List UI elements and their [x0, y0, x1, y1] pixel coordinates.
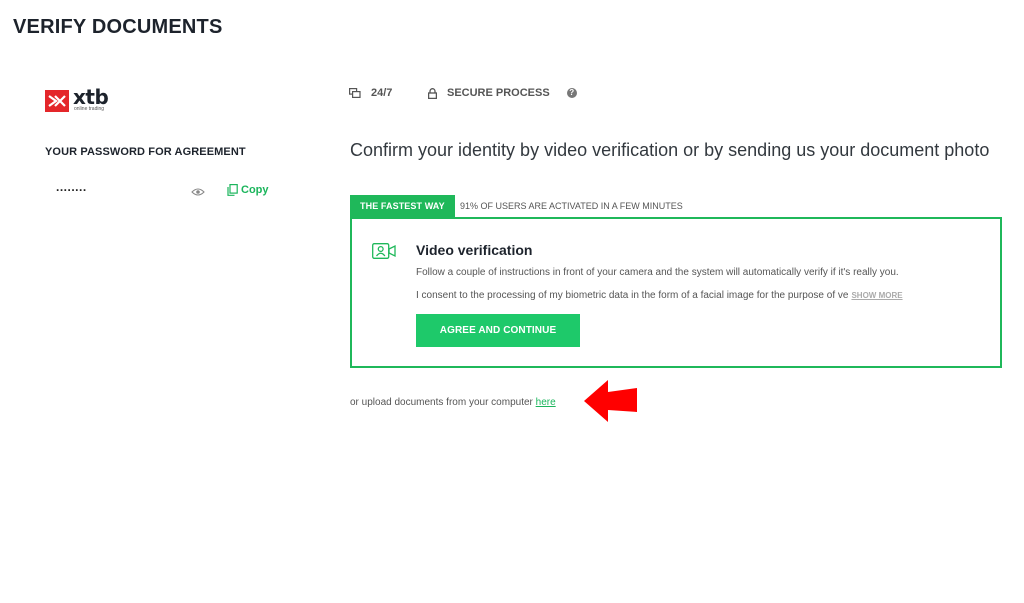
lock-icon [428, 87, 437, 99]
chat-icon [349, 87, 361, 98]
copy-label: Copy [241, 184, 269, 196]
show-more-link[interactable]: SHOW MORE [851, 291, 902, 300]
video-camera-icon [372, 243, 396, 259]
upload-text: or upload documents from your computer [350, 397, 536, 408]
eye-icon[interactable] [191, 184, 205, 196]
xtb-logo: xtb online trading [45, 85, 125, 116]
support-label: 24/7 [371, 87, 393, 99]
logo-tagline: online trading [74, 106, 105, 112]
copy-icon [227, 184, 238, 196]
agree-and-continue-button[interactable]: AGREE AND CONTINUE [416, 314, 580, 347]
card-description: Follow a couple of instructions in front… [416, 267, 899, 278]
help-icon[interactable]: ? [566, 88, 577, 98]
upload-here-link[interactable]: here [536, 397, 556, 408]
video-verification-card: Video verification Follow a couple of in… [350, 217, 1002, 368]
activation-stat: 91% OF USERS ARE ACTIVATED IN A FEW MINU… [460, 201, 683, 211]
secure-info: SECURE PROCESS ? [428, 87, 577, 99]
headline: Confirm your identity by video verificat… [350, 140, 990, 160]
password-value: ........ [56, 180, 87, 194]
tab-fastest-way: THE FASTEST WAY [350, 195, 455, 217]
card-title: Video verification [416, 242, 533, 258]
upload-line: or upload documents from your computer h… [350, 397, 556, 408]
consent-body: I consent to the processing of my biomet… [416, 290, 849, 301]
password-label: YOUR PASSWORD FOR AGREEMENT [45, 146, 246, 158]
consent-text: I consent to the processing of my biomet… [416, 290, 936, 301]
support-info: 24/7 [349, 87, 392, 99]
secure-label: SECURE PROCESS [447, 87, 550, 99]
arrow-icon [582, 378, 640, 424]
copy-button[interactable]: Copy [227, 182, 269, 198]
logo-mark-icon [45, 90, 69, 112]
page-title: VERIFY DOCUMENTS [13, 16, 223, 38]
